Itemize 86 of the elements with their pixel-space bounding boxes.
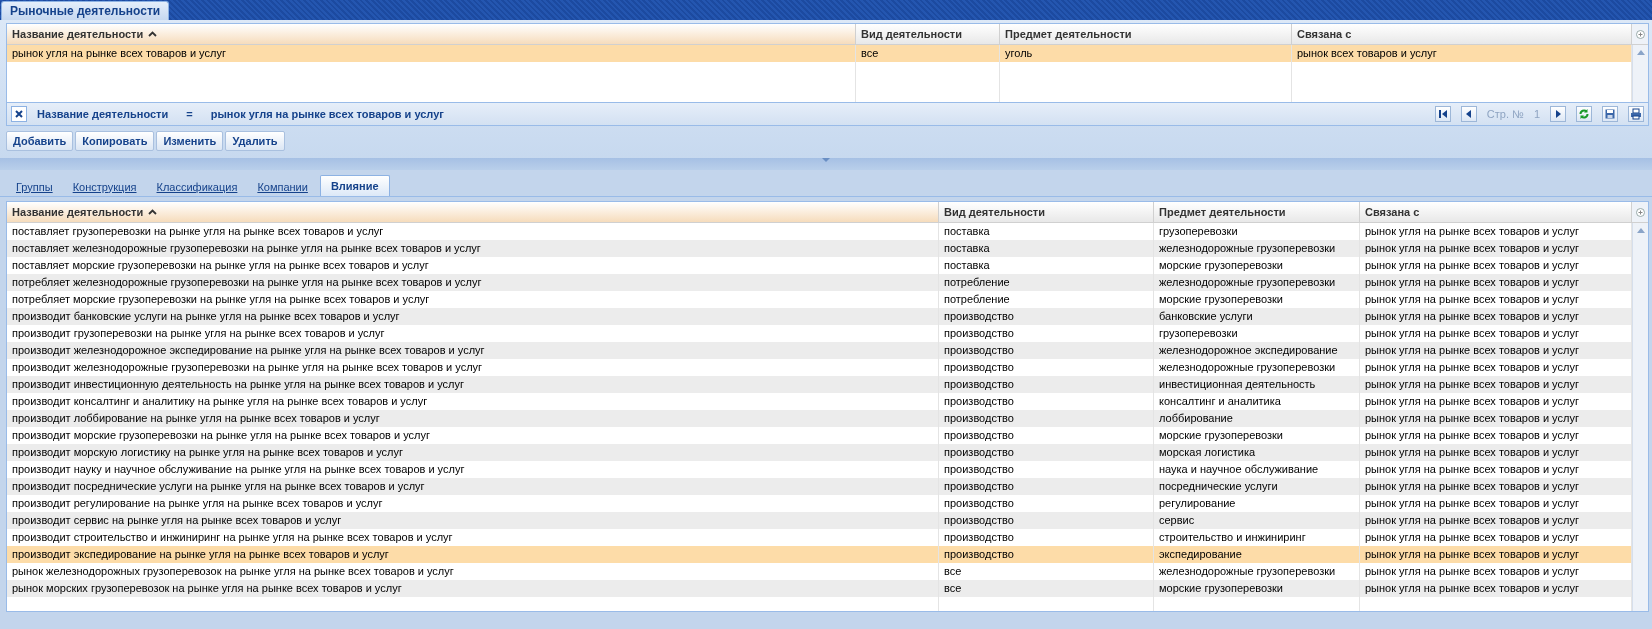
table-cell: производство (939, 478, 1154, 495)
table-cell: производит лоббирование на рынке угля на рынке всех товаров и услуг (7, 410, 939, 427)
table-cell: железнодорожные грузоперевозки (1154, 274, 1360, 291)
toolbar-button[interactable]: Копировать (75, 131, 155, 151)
table-cell: производство (939, 376, 1154, 393)
column-header[interactable]: Вид деятельности (856, 24, 1000, 45)
table-cell: производство (939, 546, 1154, 563)
next-page-icon[interactable] (1550, 106, 1566, 122)
table-cell: рынок морских грузоперевозок на рынке угля на рынке всех товаров и услуг (7, 580, 939, 597)
filter-operator: = (186, 108, 193, 120)
print-icon[interactable] (1628, 106, 1644, 122)
filter-field: Название деятельности (37, 108, 169, 120)
column-header[interactable]: Связана с (1360, 202, 1632, 223)
table-cell: производит посреднические услуги на рынке угля на рынке всех товаров и услуг (7, 478, 939, 495)
column-header[interactable]: Предмет деятельности (1000, 24, 1292, 45)
table-cell: посреднические услуги (1154, 478, 1360, 495)
window-tab[interactable]: Рыночные деятельности (1, 1, 170, 20)
toolbar-button[interactable]: Удалить (225, 131, 285, 151)
table-cell: производство (939, 308, 1154, 325)
table-cell: производит экспедирование на рынке угля на рынке всех товаров и услуг (7, 546, 939, 563)
table-cell: все (939, 580, 1154, 597)
column-header[interactable]: Вид деятельности (939, 202, 1154, 223)
add-column-icon[interactable] (1635, 207, 1645, 217)
table-row[interactable]: производит морскую логистику на рынке угля на рынке всех товаров и услуг производство морская логистика рынок угля на рынке всех товаров и услуг (7, 444, 1632, 461)
table-row[interactable]: производит посреднические услуги на рынке угля на рынке всех товаров и услуг производство посреднические услуги рынок угля на рынке всех товаров и услуг (7, 478, 1632, 495)
toolbar-button[interactable]: Добавить (6, 131, 74, 151)
column-header[interactable]: Связана с (1292, 24, 1632, 45)
scroll-up-icon[interactable] (1636, 228, 1645, 233)
table-cell: производство (939, 444, 1154, 461)
vertical-scrollbar[interactable] (1632, 45, 1648, 102)
table-row[interactable]: производит банковские услуги на рынке угля на рынке всех товаров и услуг производство банковские услуги рынок угля на рынке всех товаров и услуг (7, 308, 1632, 325)
table-cell: морские грузоперевозки (1154, 580, 1360, 597)
add-column-icon[interactable] (1635, 29, 1645, 39)
table-cell: железнодорожное экспедирование (1154, 342, 1360, 359)
first-page-icon[interactable] (1434, 106, 1451, 122)
column-header[interactable]: Название деятельности (7, 202, 939, 223)
table-cell: лоббирование (1154, 410, 1360, 427)
table-cell: железнодорожные грузоперевозки (1154, 240, 1360, 257)
sort-ascending-icon (148, 31, 158, 37)
clear-filter-icon[interactable] (11, 106, 27, 122)
table-cell: морская логистика (1154, 444, 1360, 461)
table-row[interactable]: рынок угля на рынке всех товаров и услуг все уголь рынок всех товаров и услуг (7, 45, 1632, 62)
tab[interactable]: Конструкция (64, 177, 145, 196)
table-row[interactable]: рынок морских грузоперевозок на рынке угля на рынке всех товаров и услуг все морские грузоперевозки рынок угля на рынке всех товаров и услуг (7, 580, 1632, 597)
column-header[interactable]: Название деятельности (7, 24, 856, 45)
save-icon[interactable] (1602, 106, 1618, 122)
table-row[interactable]: производит инвестиционную деятельность на рынке угля на рынке всех товаров и услуг производство инвестиционная деятельность рынок угля на рынке всех товаров и услуг (7, 376, 1632, 393)
table-cell: производит банковские услуги на рынке угля на рынке всех товаров и услуг (7, 308, 939, 325)
tab[interactable]: Группы (8, 177, 61, 196)
table-cell: сервис (1154, 512, 1360, 529)
table-cell: производство (939, 342, 1154, 359)
table-row[interactable]: производит сервис на рынке угля на рынке всех товаров и услуг производство сервис рынок угля на рынке всех товаров и услуг (7, 512, 1632, 529)
table-row[interactable]: потребляет железнодорожные грузоперевозки на рынке угля на рынке всех товаров и услуг потребление железнодорожные грузоперевозки рынок угля на рынке всех товаров и услуг (7, 274, 1632, 291)
sort-ascending-icon (148, 209, 158, 215)
table-cell: все (856, 45, 1000, 62)
table-row[interactable]: производит экспедирование на рынке угля на рынке всех товаров и услуг производство экспедирование рынок угля на рынке всех товаров и услуг (7, 546, 1632, 563)
table-cell: экспедирование (1154, 546, 1360, 563)
table-cell: уголь (1000, 45, 1292, 62)
table-cell: потребляет железнодорожные грузоперевозки на рынке угля на рынке всех товаров и услуг (7, 274, 939, 291)
previous-page-icon[interactable] (1460, 106, 1477, 122)
table-row[interactable]: производит лоббирование на рынке угля на рынке всех товаров и услуг производство лоббирование рынок угля на рынке всех товаров и услуг (7, 410, 1632, 427)
tab[interactable]: Классификация (148, 177, 246, 196)
vertical-scrollbar[interactable] (1632, 223, 1648, 611)
page-number: 1 (1533, 108, 1540, 120)
table-cell: рынок угля на рынке всех товаров и услуг (7, 45, 856, 62)
table-cell: потребление (939, 274, 1154, 291)
column-header[interactable]: Предмет деятельности (1154, 202, 1360, 223)
tab[interactable]: Компании (249, 177, 316, 196)
table-cell: производство (939, 512, 1154, 529)
refresh-icon[interactable] (1576, 106, 1592, 122)
table-cell: производит инвестиционную деятельность на рынке угля на рынке всех товаров и услуг (7, 376, 939, 393)
table-cell: производит железнодорожное экспедирование на рынке угля на рынке всех товаров и услуг (7, 342, 939, 359)
table-cell: банковские услуги (1154, 308, 1360, 325)
toolbar-button[interactable]: Изменить (156, 131, 224, 151)
table-cell: инвестиционная деятельность (1154, 376, 1360, 393)
table-cell: поставка (939, 240, 1154, 257)
page-label: Стр. № (1486, 108, 1524, 120)
scroll-up-icon[interactable] (1636, 50, 1645, 55)
table-cell: поставляет железнодорожные грузоперевозки на рынке угля на рынке всех товаров и услуг (7, 240, 939, 257)
table-cell: производит сервис на рынке угля на рынке всех товаров и услуг (7, 512, 939, 529)
tab[interactable]: Влияние (319, 175, 390, 196)
table-cell: производит морскую логистику на рынке угля на рынке всех товаров и услуг (7, 444, 939, 461)
table-row[interactable]: производит железнодорожное экспедирование на рынке угля на рынке всех товаров и услуг производство железнодорожное экспедирование рынок угля на рынке всех товаров и услуг (7, 342, 1632, 359)
filter-value: рынок угля на рынке всех товаров и услуг (210, 108, 444, 120)
table-row[interactable]: поставляет железнодорожные грузоперевозки на рынке угля на рынке всех товаров и услуг поставка железнодорожные грузоперевозки рынок угля на рынке всех товаров и услуг (7, 240, 1632, 257)
table-cell: производство (939, 410, 1154, 427)
